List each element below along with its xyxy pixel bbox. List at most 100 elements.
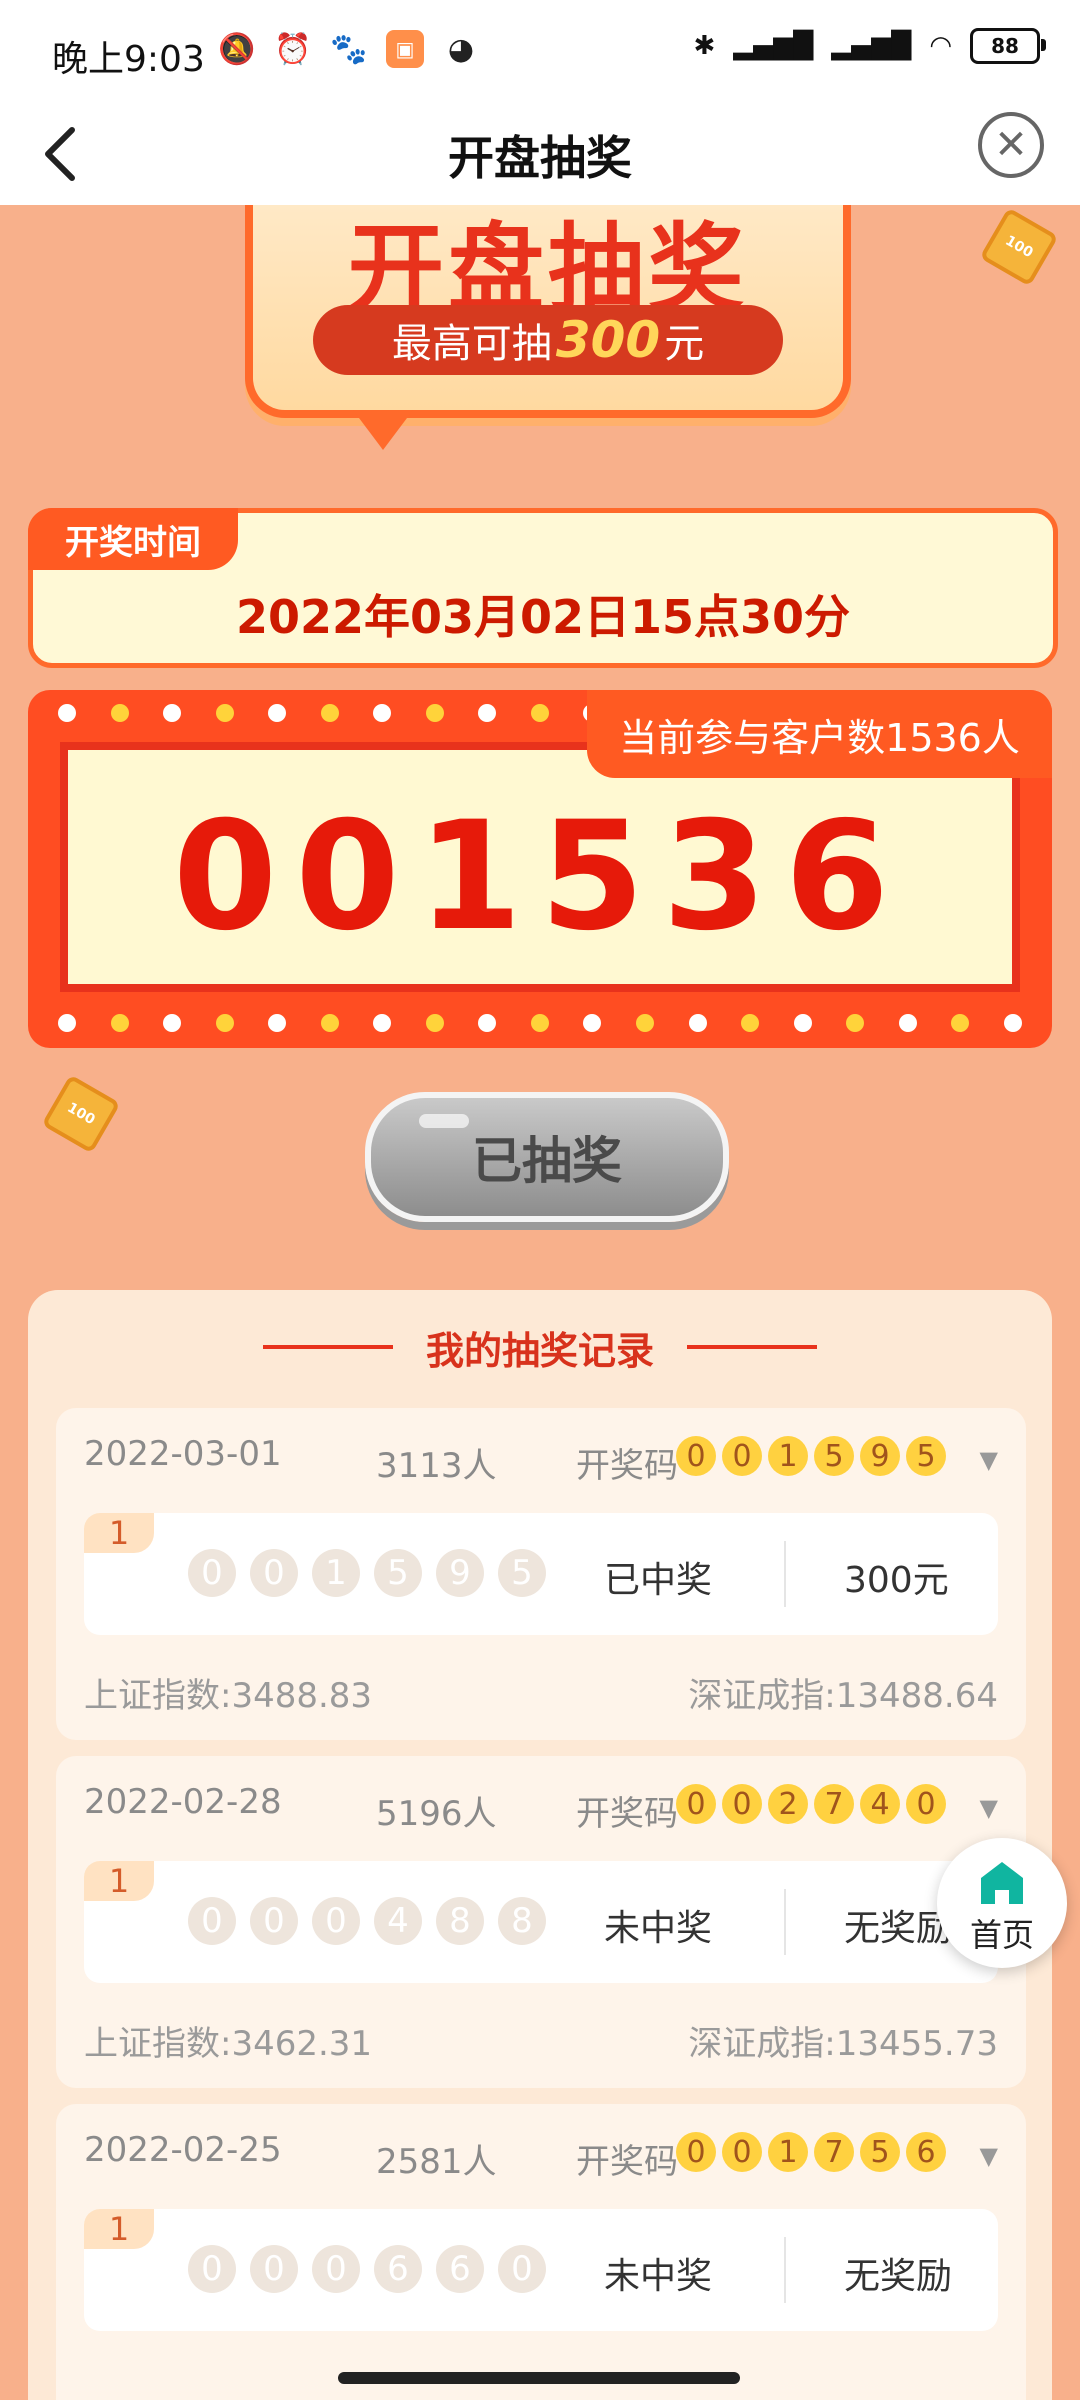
winning-code-digit: 5 [814,1436,854,1476]
record-code-label: 开奖码 [576,2142,678,2182]
entry-prize: 300元 [844,1560,949,1601]
my-code-digit: 0 [250,2245,298,2293]
screen: 晚上9:03 🔕 ⏰ 🐾 ▣ ◕ ✱ ▂▄▆█ ▂▄▆█ ◠ 88 开盘抽奖 ✕… [0,0,1080,2400]
marquee-dot [58,1014,76,1032]
winning-code-digit: 6 [906,2132,946,2172]
home-button[interactable]: 首页 [937,1838,1067,1968]
winning-code-digit: 0 [676,1784,716,1824]
my-code-digit: 0 [188,2245,236,2293]
my-code-digit: 9 [436,1549,484,1597]
winning-code-digit: 0 [722,2132,762,2172]
close-button[interactable]: ✕ [978,112,1044,178]
records-title: 我的抽奖记录 [425,1329,654,1373]
marquee-dot [110,1014,129,1032]
signal-icon-2: ▂▄▆█ [831,31,912,61]
title-divider-right [687,1345,817,1349]
winning-code-digit: 0 [676,1436,716,1476]
nav-bar: 开盘抽奖 ✕ [0,100,1080,205]
shenzhen-index: 深证成指:13455.73 [688,2024,998,2064]
winning-code-digit: 0 [676,2132,716,2172]
mute-icon: 🔕 [218,31,256,67]
marquee-dot [636,1014,655,1032]
my-entry-card: 1 001595 已中奖 300元 [84,1513,998,1635]
marquee-dot [163,704,182,722]
expand-arrow-icon[interactable]: ▼ [980,2142,998,2170]
marquee-dot [741,1014,760,1032]
marquee-dot [478,704,497,722]
participant-count-badge: 当前参与客户数1536人 [587,690,1052,778]
record-item[interactable]: 2022-02-25 2581人 开奖码 001756 ▼ 1 000660 未… [56,2104,1026,2400]
marquee-dot [793,1014,812,1032]
marquee-dot [215,704,234,722]
my-code-digit: 0 [312,1897,360,1945]
alarm-icon: ⏰ [274,31,312,67]
winning-code-digit: 7 [814,1784,854,1824]
draw-time-panel: 开奖时间 2022年03月02日15点30分 [28,508,1058,668]
my-code-digit: 8 [436,1897,484,1945]
expand-arrow-icon[interactable]: ▼ [980,1446,998,1474]
draw-button[interactable]: 已抽奖 [365,1092,729,1222]
colorful-app-icon: ◕ [447,31,475,67]
marquee-dot [373,1014,392,1032]
entry-result: 已中奖 [604,1560,713,1601]
record-item[interactable]: 2022-02-28 5196人 开奖码 002740 ▼ 1 000488 未… [56,1756,1026,2088]
winning-code-digit: 5 [906,1436,946,1476]
status-notification-icons: 🔕 ⏰ 🐾 ▣ ◕ [218,30,480,68]
counter-number: 001536 [172,790,908,964]
winning-code-digit: 1 [768,1436,808,1476]
record-date: 2022-02-28 [84,1782,282,1822]
my-code-digit: 5 [374,1549,422,1597]
status-bar: 晚上9:03 🔕 ⏰ 🐾 ▣ ◕ ✱ ▂▄▆█ ▂▄▆█ ◠ 88 [0,0,1080,100]
winning-code: 001595 [676,1436,946,1476]
marquee-dot [425,1014,444,1032]
entry-prize: 无奖励 [844,1908,953,1949]
my-code-digit: 0 [188,1897,236,1945]
marquee-dots-bottom [58,1014,1022,1034]
coin-decoration-icon: 100 [979,207,1059,287]
record-participants: 5196人 [376,1794,497,1834]
marquee-dot [373,704,392,722]
record-participants: 2581人 [376,2142,497,2182]
marquee-dot [110,704,129,722]
record-item[interactable]: 2022-03-01 3113人 开奖码 001595 ▼ 1 001595 已… [56,1408,1026,1740]
hero-speech-tail [353,410,413,450]
hero-banner: 开盘抽奖 最高可抽 300 元 [245,205,851,450]
my-code-digit: 0 [312,2245,360,2293]
marquee-dot [583,1014,602,1032]
marquee-dot [478,1014,497,1032]
hero-subtitle-amount: 300 [555,311,661,369]
entry-index-tag: 1 [84,2209,154,2249]
hero-subtitle-prefix: 最高可抽 [391,321,552,367]
winning-code-digit: 2 [768,1784,808,1824]
marquee-dot [898,1014,917,1032]
expand-arrow-icon[interactable]: ▼ [980,1794,998,1822]
participant-counter: 当前参与客户数1536人 001536 [28,690,1052,1048]
marquee-dot [1003,1014,1022,1032]
winning-code: 001756 [676,2132,946,2172]
home-icon [981,1862,1023,1904]
my-code: 001595 [188,1549,546,1597]
winning-code-digit: 0 [722,1436,762,1476]
status-system-icons: ✱ ▂▄▆█ ▂▄▆█ ◠ 88 [694,28,1046,64]
gesture-bar[interactable] [338,2372,740,2384]
winning-code-digit: 0 [722,1784,762,1824]
draw-time-label: 开奖时间 [28,508,238,570]
entry-divider [784,1541,786,1607]
my-code-digit: 5 [498,1549,546,1597]
marquee-dot [425,704,444,722]
my-code-digit: 0 [250,1549,298,1597]
winning-code-digit: 1 [768,2132,808,2172]
home-label: 首页 [969,1916,1034,1954]
draw-time-value: 2022年03月02日15点30分 [235,590,851,644]
records-panel: 我的抽奖记录 2022-03-01 3113人 开奖码 001595 ▼ 1 0… [28,1290,1052,2400]
my-code-digit: 6 [374,2245,422,2293]
draw-button-label: 已抽奖 [472,1132,622,1190]
my-code-digit: 8 [498,1897,546,1945]
hero-subtitle-suffix: 元 [664,321,705,367]
battery-indicator: 88 [970,28,1046,64]
button-shine [419,1114,469,1128]
shenzhen-index: 深证成指:13488.64 [688,1676,998,1716]
record-date: 2022-03-01 [84,1434,282,1474]
shanghai-index: 上证指数:3488.83 [84,1676,373,1716]
my-code-digit: 0 [188,1549,236,1597]
